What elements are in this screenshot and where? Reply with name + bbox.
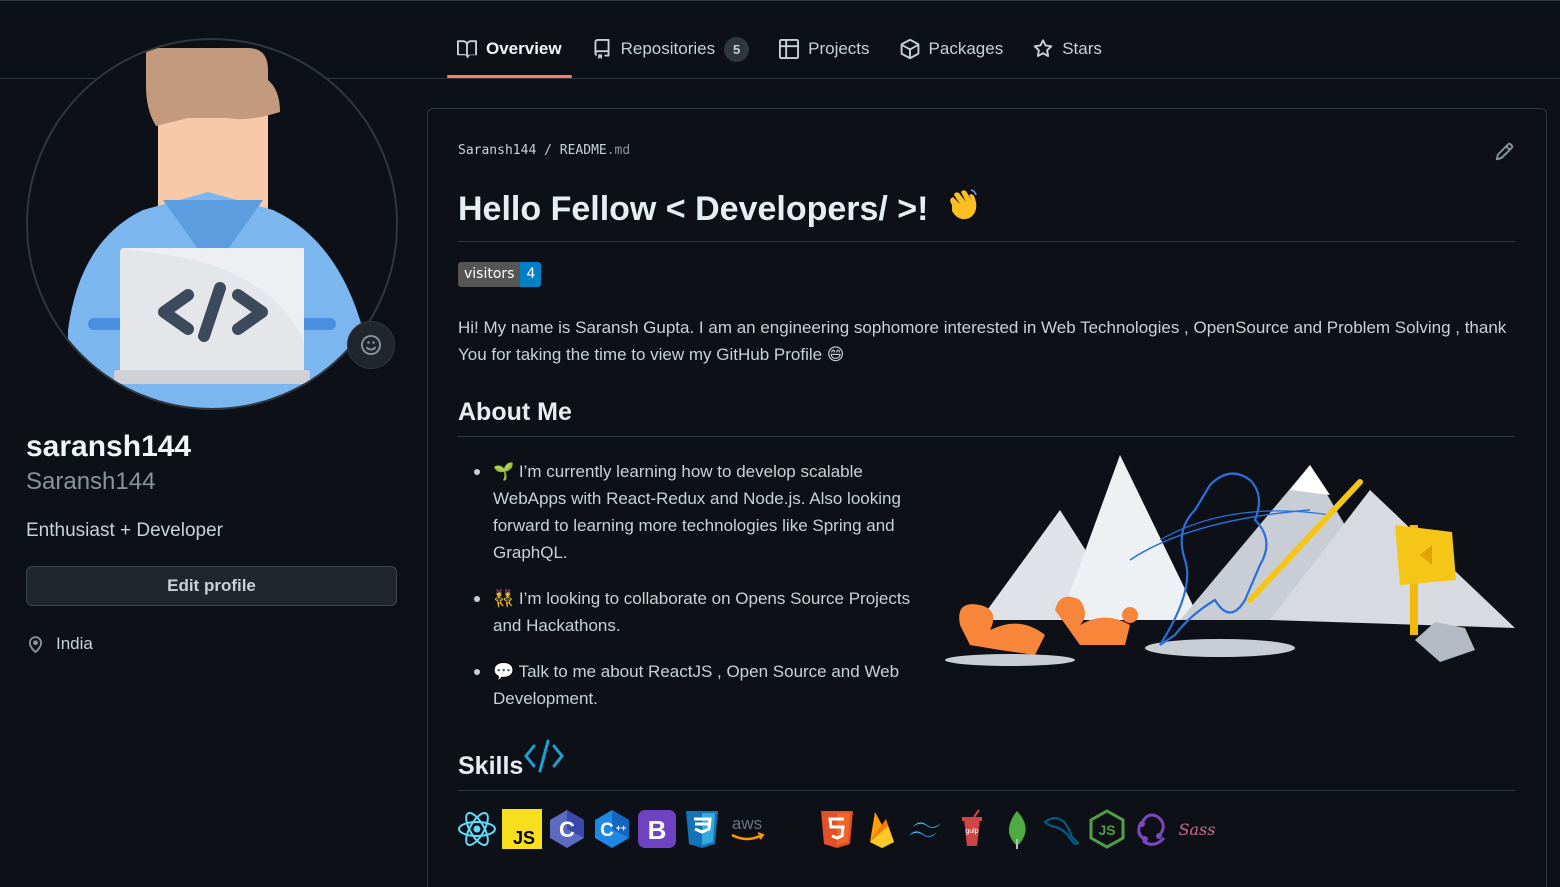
readme-filename: README <box>559 143 607 158</box>
svg-text:B: B <box>648 815 667 845</box>
nodejs-icon[interactable]: JS <box>1086 808 1128 850</box>
mongodb-icon[interactable] <box>996 808 1038 850</box>
package-icon <box>900 39 919 59</box>
svg-text:gulp: gulp <box>965 828 978 835</box>
tab-packages-label: Packages <box>928 39 1004 58</box>
tailwind-icon[interactable] <box>906 808 948 850</box>
visitors-badge: visitors 4 <box>458 262 542 287</box>
set-status-button[interactable] <box>347 321 395 369</box>
edit-profile-button[interactable]: Edit profile <box>26 566 397 606</box>
octocat-mountains-illustration <box>930 450 1520 675</box>
express-icon[interactable]: ex <box>771 808 813 850</box>
star-icon <box>1033 39 1053 57</box>
tab-repositories-label: Repositories <box>620 39 716 58</box>
tab-overview[interactable]: Overview <box>447 22 572 78</box>
profile-tabs: Overview Repositories 5 Projects Package… <box>447 22 1122 78</box>
skills-icon-row: JS C C ++ B aws ex gulp JS Sass <box>456 808 1221 850</box>
tab-projects[interactable]: Projects <box>769 22 879 76</box>
firebase-icon[interactable] <box>861 808 903 850</box>
skills-heading: Skills <box>458 752 524 780</box>
tab-repositories[interactable]: Repositories 5 <box>582 22 760 76</box>
bootstrap-icon[interactable]: B <box>636 808 678 850</box>
repositories-count-badge: 5 <box>724 36 750 62</box>
sass-icon[interactable]: Sass <box>1176 808 1218 850</box>
svg-text:Sass: Sass <box>1179 820 1216 839</box>
css3-icon[interactable] <box>681 808 723 850</box>
visitors-badge-count: 4 <box>520 262 542 287</box>
skills-divider <box>458 790 1515 791</box>
readme-owner-link[interactable]: Saransh144 <box>458 143 536 158</box>
svg-text:JS: JS <box>513 828 535 848</box>
list-item: 💬 Talk to me about ReactJS , Open Source… <box>474 658 914 712</box>
html5-icon[interactable] <box>816 808 858 850</box>
location-pin-icon <box>28 635 43 653</box>
svg-text:ex: ex <box>778 814 805 844</box>
svg-text:C: C <box>559 817 575 842</box>
profile-name: saransh144 <box>26 430 192 463</box>
svg-text:C: C <box>600 820 614 841</box>
tab-projects-label: Projects <box>808 39 870 58</box>
pencil-icon <box>1495 142 1514 161</box>
about-list: 🌱 I’m currently learning how to develop … <box>474 458 914 731</box>
about-heading: About Me <box>458 398 572 426</box>
waving-hand-icon <box>944 187 980 228</box>
edit-readme-button[interactable] <box>1494 142 1514 167</box>
readme-path-breadcrumb: Saransh144 / README.md <box>458 143 630 158</box>
smiley-icon <box>361 335 381 355</box>
gulp-icon[interactable]: gulp <box>951 808 993 850</box>
avatar[interactable] <box>26 38 398 410</box>
code-brackets-icon <box>524 738 564 779</box>
tab-stars[interactable]: Stars <box>1023 22 1112 76</box>
mysql-icon[interactable] <box>1041 808 1083 850</box>
svg-text:JS: JS <box>1098 822 1115 838</box>
svg-text:aws: aws <box>732 814 762 833</box>
list-item: 🌱 I’m currently learning how to develop … <box>474 458 914 566</box>
react-icon[interactable] <box>456 808 498 850</box>
svg-text:++: ++ <box>616 823 627 833</box>
tab-overview-label: Overview <box>486 39 562 58</box>
readme-extension: .md <box>606 143 631 158</box>
repo-icon <box>594 39 610 59</box>
path-separator: / <box>544 143 552 158</box>
title-divider <box>458 241 1515 242</box>
profile-login: Saransh144 <box>26 468 156 495</box>
list-item: 👯 I’m looking to collaborate on Opens So… <box>474 585 914 639</box>
cplusplus-icon[interactable]: C ++ <box>591 808 633 850</box>
profile-bio: Enthusiast + Developer <box>26 520 223 541</box>
readme-intro: Hi! My name is Saransh Gupta. I am an en… <box>458 318 1507 364</box>
aws-icon[interactable]: aws <box>726 808 768 850</box>
readme-file-link[interactable]: README.md <box>560 143 630 158</box>
book-icon <box>457 40 477 59</box>
tab-stars-label: Stars <box>1062 39 1102 58</box>
visitors-badge-label: visitors <box>458 262 521 287</box>
profile-location: India <box>26 634 93 654</box>
profile-location-text: India <box>56 634 93 653</box>
table-icon <box>779 39 800 59</box>
redux-icon[interactable] <box>1131 808 1173 850</box>
javascript-icon[interactable]: JS <box>501 808 543 850</box>
c-language-icon[interactable]: C <box>546 808 588 850</box>
tab-packages[interactable]: Packages <box>890 22 1014 76</box>
readme-title: Hello Fellow < Developers/ >! <box>458 190 929 228</box>
about-divider <box>458 436 1515 437</box>
